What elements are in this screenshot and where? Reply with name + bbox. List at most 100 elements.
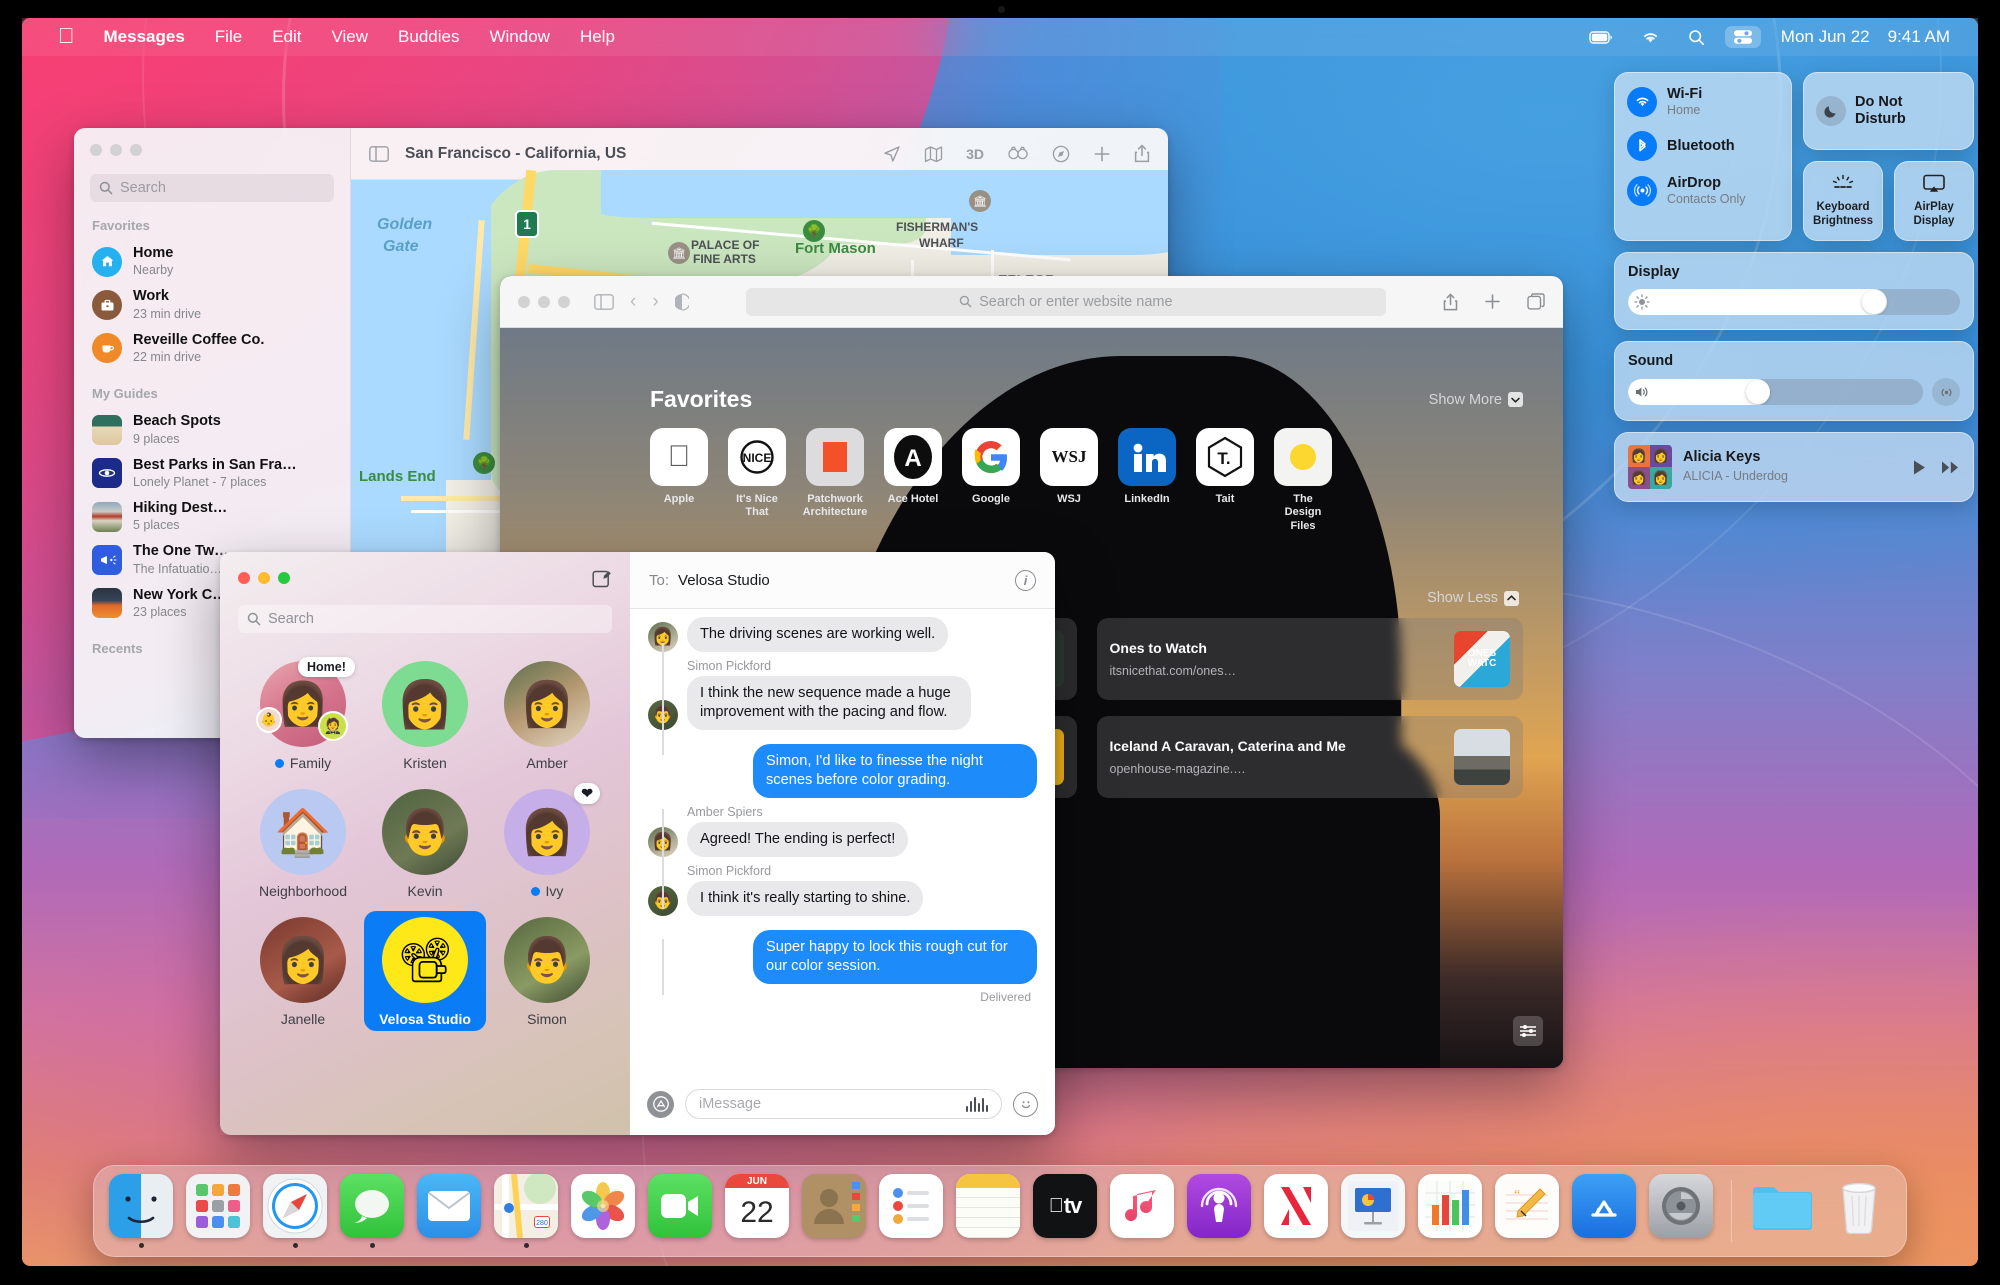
play-icon[interactable]	[1912, 459, 1927, 476]
favorite-google[interactable]: Google	[962, 428, 1020, 533]
reading-list-item[interactable]: Ones to Watch itsnicethat.com/ones… ONES…	[1097, 618, 1524, 700]
messages-traffic-lights[interactable]	[238, 572, 290, 584]
menu-item-file[interactable]: File	[200, 27, 257, 47]
dock-item-system-preferences[interactable]	[1646, 1174, 1716, 1248]
menu-bar-time[interactable]: 9:41 AM	[1874, 27, 1950, 47]
conversation-ivy[interactable]: 👩 ❤ Ivy	[486, 783, 608, 903]
dock-item-safari[interactable]	[260, 1174, 330, 1248]
dock-item-music[interactable]	[1107, 1174, 1177, 1248]
do-not-disturb-button[interactable]: Do Not Disturb	[1803, 72, 1974, 150]
locate-icon[interactable]	[883, 145, 901, 163]
maps-search-input[interactable]: Search	[90, 174, 334, 202]
compose-icon[interactable]	[592, 568, 612, 588]
share-icon[interactable]	[1134, 144, 1150, 163]
conversation-janelle[interactable]: 👩 Janelle	[242, 911, 364, 1031]
wifi-toggle[interactable]: Wi-Fi Home	[1627, 86, 1779, 117]
info-icon[interactable]: i	[1015, 570, 1036, 591]
sidebar-icon[interactable]	[594, 294, 614, 310]
dock-item-calendar[interactable]: JUN 22	[722, 1174, 792, 1248]
add-icon[interactable]	[1093, 145, 1111, 163]
maps-favorite-work[interactable]: Work 23 min drive	[74, 283, 350, 326]
look-around-icon[interactable]	[1007, 146, 1029, 162]
dock-item-reminders[interactable]	[876, 1174, 946, 1248]
maps-guide-hiking[interactable]: Hiking Dest… 5 places	[74, 495, 350, 538]
dock-item-facetime[interactable]	[645, 1174, 715, 1248]
dock-item-mail[interactable]	[414, 1174, 484, 1248]
menu-item-view[interactable]: View	[316, 27, 383, 47]
dock-item-launchpad[interactable]	[183, 1174, 253, 1248]
keyboard-brightness-button[interactable]: Keyboard Brightness	[1803, 161, 1883, 241]
menu-bar-date[interactable]: Mon Jun 22	[1767, 27, 1874, 47]
dock-item-contacts[interactable]	[799, 1174, 869, 1248]
dock-item-finder[interactable]	[106, 1174, 176, 1248]
dock-item-photos[interactable]	[568, 1174, 638, 1248]
imessage-input[interactable]: iMessage	[685, 1089, 1002, 1119]
menu-item-window[interactable]: Window	[474, 27, 564, 47]
dock-item-app-store[interactable]	[1569, 1174, 1639, 1248]
messages-search-input[interactable]: Search	[238, 605, 612, 633]
messages-window[interactable]: Search 👩 Home! 👶 🤵 Family	[220, 552, 1055, 1135]
airplay-display-button[interactable]: AirPlay Display	[1894, 161, 1974, 241]
maps-favorite-home[interactable]: Home Nearby	[74, 240, 350, 283]
search-icon[interactable]	[1674, 29, 1719, 46]
maps-favorite-reveille-coffee[interactable]: Reveille Coffee Co. 22 min drive	[74, 327, 350, 370]
dock-item-messages[interactable]	[337, 1174, 407, 1248]
show-more-button[interactable]: Show More	[1429, 392, 1523, 408]
favorite-patchwork[interactable]: Patchwork Architecture	[806, 428, 864, 533]
fast-forward-icon[interactable]	[1941, 460, 1960, 475]
menu-item-help[interactable]: Help	[565, 27, 630, 47]
dock-item-news[interactable]	[1261, 1174, 1331, 1248]
favorite-design-files[interactable]: The Design Files	[1274, 428, 1332, 533]
message-list[interactable]: 👩 The driving scenes are working well. S…	[630, 609, 1055, 1073]
dock-item-notes[interactable]	[953, 1174, 1023, 1248]
conversation-neighborhood[interactable]: 🏠 Neighborhood	[242, 783, 364, 903]
dock-item-numbers[interactable]	[1415, 1174, 1485, 1248]
new-tab-icon[interactable]	[1484, 293, 1501, 311]
dock-item-tv[interactable]: tv	[1030, 1174, 1100, 1248]
conversation-amber[interactable]: 👩 Amber	[486, 655, 608, 775]
apple-menu-icon[interactable]: 	[48, 23, 89, 52]
sidebar-icon[interactable]	[369, 146, 389, 162]
conversation-velosa-studio[interactable]: 📽 Velosa Studio	[364, 911, 486, 1031]
airdrop-toggle[interactable]: AirDrop Contacts Only	[1627, 175, 1779, 206]
bluetooth-toggle[interactable]: Bluetooth	[1627, 131, 1779, 161]
compass-icon[interactable]	[1052, 145, 1070, 163]
reader-icon[interactable]	[675, 293, 689, 311]
airplay-audio-icon[interactable]	[1932, 378, 1960, 406]
emoji-icon[interactable]	[1013, 1092, 1038, 1117]
dock-item-podcasts[interactable]	[1184, 1174, 1254, 1248]
dock-item-trash[interactable]	[1824, 1174, 1894, 1248]
conversation-simon[interactable]: 👨 Simon	[486, 911, 608, 1031]
menu-item-edit[interactable]: Edit	[257, 27, 316, 47]
media-settings-icon[interactable]	[1513, 1016, 1543, 1046]
menu-item-buddies[interactable]: Buddies	[383, 27, 474, 47]
app-store-icon[interactable]	[647, 1091, 674, 1118]
maps-traffic-lights[interactable]	[90, 144, 334, 156]
forward-icon[interactable]: ›	[652, 291, 658, 313]
display-brightness-slider[interactable]	[1628, 289, 1960, 315]
battery-icon[interactable]	[1575, 31, 1627, 44]
tab-overview-icon[interactable]	[1527, 293, 1545, 311]
safari-address-bar[interactable]: Search or enter website name	[746, 288, 1386, 316]
favorite-linkedin[interactable]: LinkedIn	[1118, 428, 1176, 533]
favorite-apple[interactable]:  Apple	[650, 428, 708, 533]
wifi-icon[interactable]	[1627, 30, 1674, 44]
favorite-tait[interactable]: T. Tait	[1196, 428, 1254, 533]
back-icon[interactable]: ‹	[630, 291, 636, 313]
maps-guide-best-parks[interactable]: Best Parks in San Fra… Lonely Planet - 7…	[74, 452, 350, 495]
recipient-name[interactable]: Velosa Studio	[678, 572, 770, 589]
favorite-its-nice-that[interactable]: NICE It's Nice That	[728, 428, 786, 533]
dock-item-maps[interactable]: 280	[491, 1174, 561, 1248]
audio-waveform-icon[interactable]	[966, 1097, 988, 1112]
show-less-button[interactable]: Show Less	[1427, 590, 1519, 606]
share-icon[interactable]	[1443, 293, 1458, 311]
map-style-icon[interactable]	[924, 145, 943, 163]
conversation-family[interactable]: 👩 Home! 👶 🤵 Family	[242, 655, 364, 775]
conversation-kevin[interactable]: 👨 Kevin	[364, 783, 486, 903]
reading-list-item[interactable]: Iceland A Caravan, Caterina and Me openh…	[1097, 716, 1524, 798]
dock-item-keynote[interactable]	[1338, 1174, 1408, 1248]
conversation-kristen[interactable]: 👩 Kristen	[364, 655, 486, 775]
menu-item-messages[interactable]: Messages	[89, 27, 200, 47]
favorite-ace-hotel[interactable]: A Ace Hotel	[884, 428, 942, 533]
3d-toggle[interactable]: 3D	[966, 146, 984, 162]
